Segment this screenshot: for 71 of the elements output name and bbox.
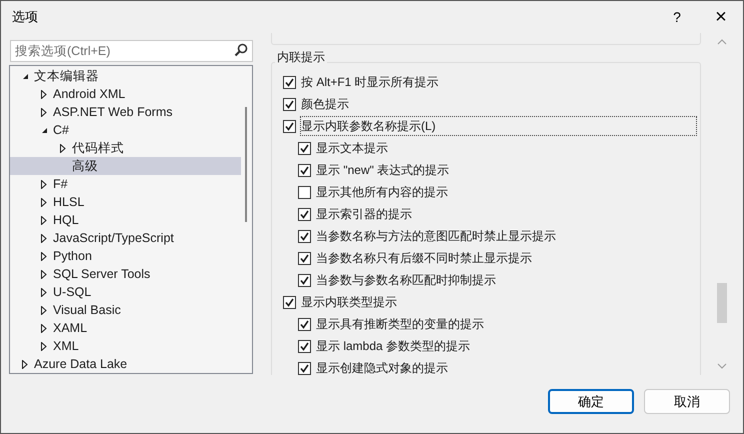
- collapsed-triangle-icon[interactable]: [22, 360, 28, 368]
- tree-item[interactable]: XML: [10, 337, 241, 355]
- checkbox[interactable]: [298, 340, 311, 352]
- tree-item[interactable]: Azure Data Lake: [10, 355, 241, 373]
- option-label[interactable]: 显示内联参数名称提示(L): [301, 117, 696, 135]
- collapsed-triangle-icon[interactable]: [41, 234, 47, 242]
- tree-item[interactable]: U-SQL: [10, 283, 241, 301]
- option-label[interactable]: 显示 lambda 参数类型的提示: [316, 337, 474, 355]
- checkbox[interactable]: [283, 120, 296, 132]
- option-label[interactable]: 当参数与参数名称匹配时抑制提示: [316, 271, 500, 289]
- scrollbar-thumb[interactable]: [717, 283, 727, 323]
- collapsed-triangle-icon[interactable]: [41, 252, 47, 260]
- collapsed-triangle-icon[interactable]: [41, 270, 47, 278]
- collapsed-triangle-icon[interactable]: [60, 144, 66, 152]
- checkbox[interactable]: [298, 252, 311, 264]
- search-icon: [234, 43, 248, 57]
- dialog-button[interactable]: 确定: [548, 389, 634, 414]
- dialog-button[interactable]: 取消: [644, 389, 730, 414]
- collapsed-triangle-icon[interactable]: [41, 216, 47, 224]
- tree-item[interactable]: HQL: [10, 211, 241, 229]
- option-label[interactable]: 显示创建隐式对象的提示: [316, 359, 452, 375]
- checkbox[interactable]: [298, 318, 311, 330]
- expanded-triangle-icon[interactable]: [22, 72, 29, 80]
- tree-item[interactable]: Visual Basic: [10, 301, 241, 319]
- option-label[interactable]: 当参数名称只有后缀不同时禁止显示提示: [316, 249, 536, 267]
- collapsed-triangle-icon[interactable]: [41, 108, 47, 116]
- option-label[interactable]: 显示其他所有内容的提示: [316, 183, 452, 201]
- collapsed-triangle-icon[interactable]: [41, 324, 47, 332]
- tree-item[interactable]: HLSL: [10, 193, 241, 211]
- collapsed-triangle-icon[interactable]: [41, 288, 47, 296]
- tree-item[interactable]: Android XML: [10, 85, 241, 103]
- checkbox[interactable]: [298, 230, 311, 242]
- checkbox[interactable]: [283, 98, 296, 110]
- option-label[interactable]: 显示 "new" 表达式的提示: [316, 161, 454, 179]
- checkbox[interactable]: [298, 362, 311, 374]
- checkbox[interactable]: [298, 142, 311, 154]
- checkbox[interactable]: [298, 186, 311, 198]
- collapsed-triangle-icon[interactable]: [41, 342, 47, 350]
- tree-item[interactable]: F#: [10, 175, 241, 193]
- checkbox[interactable]: [283, 296, 296, 308]
- tree-item[interactable]: JavaScript/TypeScript: [10, 229, 241, 247]
- tree-item[interactable]: 文本编辑器: [10, 67, 241, 85]
- window-title: 选项: [12, 8, 38, 26]
- group-title: 内联提示: [275, 50, 327, 64]
- checkbox[interactable]: [298, 274, 311, 286]
- scrollbar-thumb[interactable]: [245, 107, 247, 222]
- help-button[interactable]: ?: [655, 2, 699, 32]
- search-field[interactable]: 搜索选项(Ctrl+E): [10, 40, 253, 62]
- tree-item[interactable]: 高级: [10, 157, 241, 175]
- collapsed-triangle-icon[interactable]: [41, 306, 47, 314]
- tree-item[interactable]: XAML: [10, 319, 241, 337]
- tree-item[interactable]: 代码样式: [10, 139, 241, 157]
- option-label[interactable]: 显示内联类型提示: [301, 293, 401, 311]
- collapsed-triangle-icon[interactable]: [41, 180, 47, 188]
- checkbox[interactable]: [298, 208, 311, 220]
- tree-item[interactable]: ASP.NET Web Forms: [10, 103, 241, 121]
- close-button[interactable]: ×: [699, 2, 743, 32]
- tree-item[interactable]: Python: [10, 247, 241, 265]
- tree-item[interactable]: C#: [10, 121, 241, 139]
- checkbox[interactable]: [283, 76, 296, 88]
- option-label[interactable]: 当参数名称与方法的意图匹配时禁止显示提示: [316, 227, 560, 245]
- option-label[interactable]: 显示索引器的提示: [316, 205, 416, 223]
- tree-item[interactable]: SQL Server Tools: [10, 265, 241, 283]
- option-label[interactable]: 显示具有推断类型的变量的提示: [316, 315, 488, 333]
- option-label[interactable]: 颜色提示: [301, 95, 353, 113]
- expanded-triangle-icon[interactable]: [41, 126, 48, 134]
- collapsed-triangle-icon[interactable]: [41, 90, 47, 98]
- checkbox[interactable]: [298, 164, 311, 176]
- collapsed-triangle-icon[interactable]: [41, 198, 47, 206]
- option-label[interactable]: 按 Alt+F1 时显示所有提示: [301, 73, 443, 91]
- option-label[interactable]: 显示文本提示: [316, 139, 392, 157]
